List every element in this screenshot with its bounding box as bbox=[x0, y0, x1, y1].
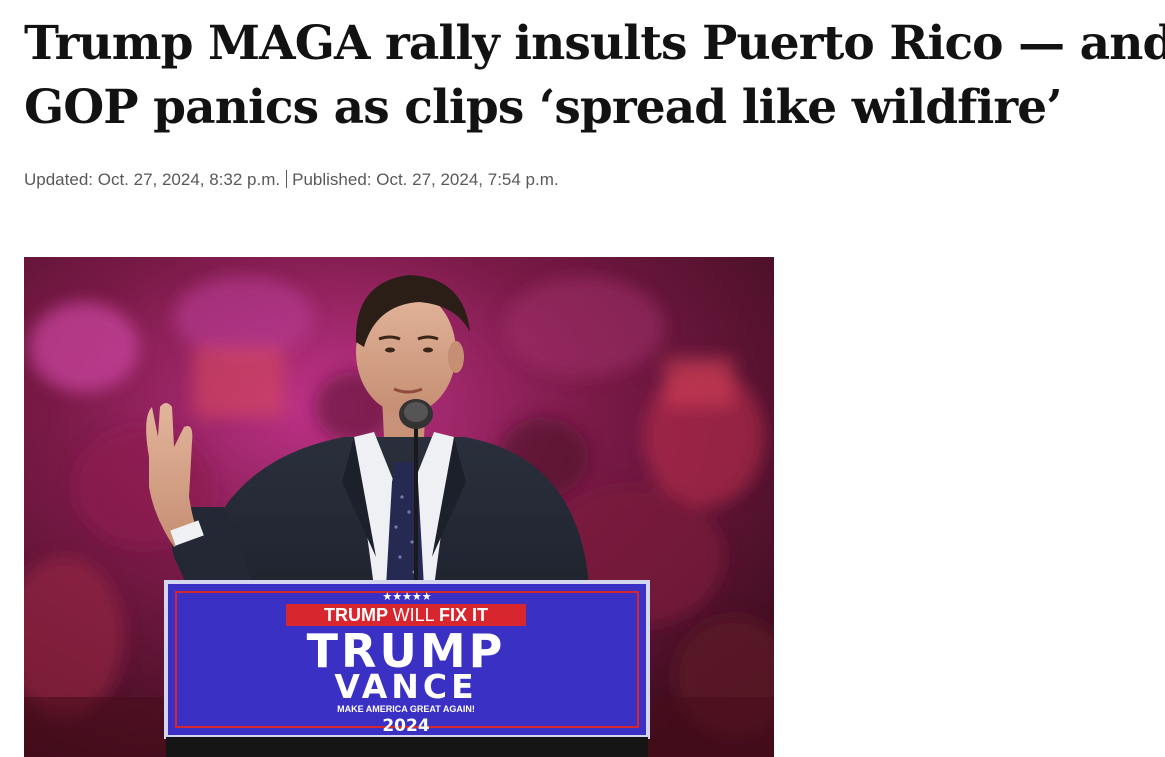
headline-line-2: GOP panics as clips ‘spread like wildfir… bbox=[24, 80, 1063, 135]
podium-vance: VANCE bbox=[334, 667, 477, 706]
headline: Trump MAGA rally insults Puerto Rico — a… bbox=[24, 12, 1165, 140]
headline-line-1: Trump MAGA rally insults Puerto Rico — a… bbox=[24, 16, 1165, 71]
podium-sign: ★★★★★ TRUMP WILL FIX IT TRUMP VANCE MAKE… bbox=[164, 580, 650, 739]
dateline-divider bbox=[286, 170, 288, 188]
podium-slogan: MAKE AMERICA GREAT AGAIN! bbox=[337, 704, 475, 714]
podium-banner-text: TRUMP WILL FIX IT bbox=[324, 605, 488, 625]
article-header: Trump MAGA rally insults Puerto Rico — a… bbox=[24, 12, 1165, 192]
podium-stars: ★★★★★ bbox=[382, 590, 431, 603]
updated-timestamp: Updated: Oct. 27, 2024, 8:32 p.m. bbox=[24, 170, 281, 189]
published-timestamp: Published: Oct. 27, 2024, 7:54 p.m. bbox=[292, 170, 559, 189]
lead-photo[interactable]: ★★★★★ TRUMP WILL FIX IT TRUMP VANCE MAKE… bbox=[24, 257, 774, 757]
podium-year: 2024 bbox=[382, 716, 429, 736]
dateline: Updated: Oct. 27, 2024, 8:32 p.m. Publish… bbox=[24, 168, 1149, 192]
